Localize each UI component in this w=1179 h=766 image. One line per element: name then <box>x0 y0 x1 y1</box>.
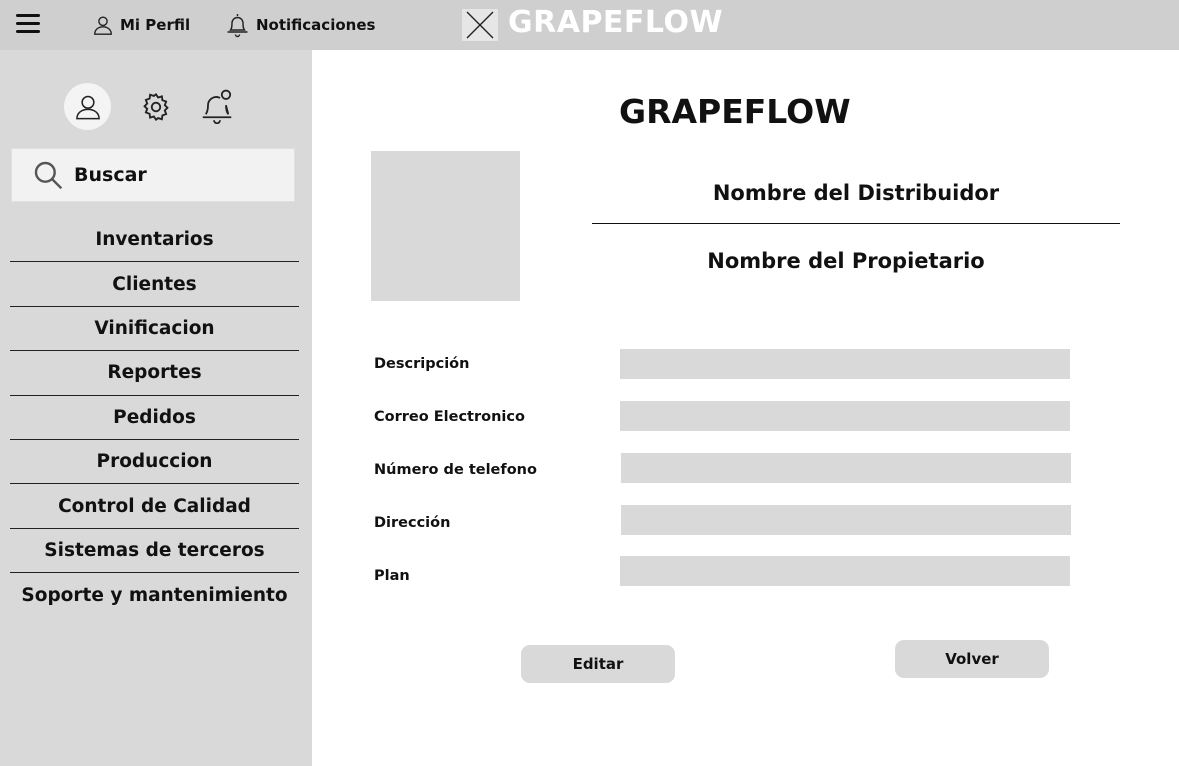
profile-avatar-button[interactable] <box>64 83 111 130</box>
sidebar-item-vinificacion[interactable]: Vinificacion <box>10 307 299 352</box>
distributor-photo-placeholder[interactable] <box>371 151 520 301</box>
notifications-label: Notificaciones <box>256 16 376 34</box>
top-bar: Mi Perfil Notificaciones GRAPEFLOW <box>0 0 1179 50</box>
user-icon <box>94 16 112 35</box>
sidebar-item-produccion[interactable]: Produccion <box>10 440 299 485</box>
search-label: Buscar <box>74 164 147 186</box>
search-icon <box>34 161 63 190</box>
edit-button[interactable]: Editar <box>521 645 675 683</box>
sidebar-item-control-de-calidad[interactable]: Control de Calidad <box>10 484 299 529</box>
address-label: Dirección <box>374 515 451 531</box>
header-divider <box>592 223 1120 225</box>
phone-label: Número de telefono <box>374 462 537 478</box>
description-label: Descripción <box>374 356 470 372</box>
hamburger-menu-icon[interactable] <box>14 12 42 36</box>
plan-label: Plan <box>374 568 410 584</box>
bell-icon <box>227 14 248 38</box>
sidebar-item-sistemas-de-terceros[interactable]: Sistemas de terceros <box>10 529 299 574</box>
search-input[interactable]: Buscar <box>11 148 295 202</box>
sidebar-item-clientes[interactable]: Clientes <box>10 262 299 307</box>
plan-field[interactable] <box>620 556 1070 586</box>
distributor-name: Nombre del Distribuidor <box>712 181 1000 205</box>
my-profile-link[interactable]: Mi Perfil <box>92 12 190 38</box>
email-field[interactable] <box>620 401 1070 431</box>
email-label: Correo Electronico <box>374 409 525 425</box>
sidebar-item-pedidos[interactable]: Pedidos <box>10 396 299 440</box>
my-profile-label: Mi Perfil <box>120 16 191 34</box>
sidebar-item-reportes[interactable]: Reportes <box>10 351 299 396</box>
description-field[interactable] <box>620 349 1070 379</box>
phone-field[interactable] <box>621 453 1071 483</box>
sidebar: Buscar Inventarios Clientes Vinificacion… <box>0 50 312 766</box>
sidebar-nav: Inventarios Clientes Vinificacion Report… <box>10 218 299 618</box>
owner-name: Nombre del Propietario <box>707 249 985 273</box>
notifications-button[interactable] <box>198 87 236 125</box>
user-icon <box>75 95 100 119</box>
gear-icon <box>143 92 169 122</box>
brand-logo-text[interactable]: GRAPEFLOW <box>508 5 723 40</box>
back-button[interactable]: Volver <box>895 640 1049 678</box>
address-field[interactable] <box>621 505 1071 535</box>
sidebar-item-inventarios[interactable]: Inventarios <box>10 218 299 263</box>
bell-notification-icon <box>202 89 232 124</box>
logo-image-placeholder-icon <box>462 9 498 41</box>
notifications-link[interactable]: Notificaciones <box>225 12 375 38</box>
settings-button[interactable] <box>138 89 174 125</box>
sidebar-item-soporte-y-mantenimiento[interactable]: Soporte y mantenimiento <box>10 573 299 617</box>
page-title: GRAPEFLOW <box>619 92 851 131</box>
